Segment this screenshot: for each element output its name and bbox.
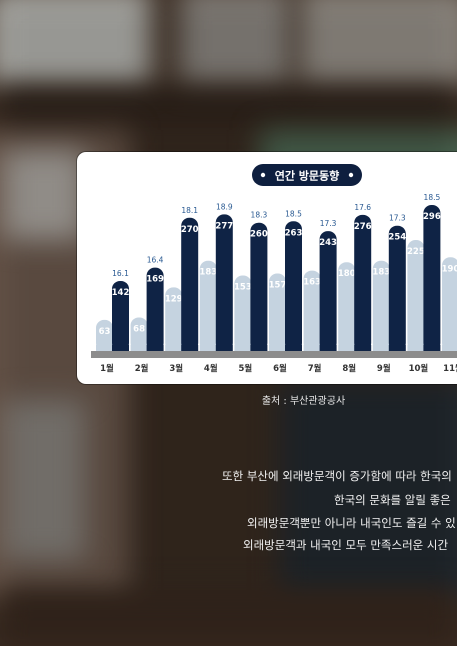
dark-bar-base: [423, 345, 441, 351]
title-bullet-icon: [348, 172, 354, 178]
top-value-label: 16.4: [147, 256, 164, 265]
x-tick-label: 3월: [169, 363, 183, 374]
x-tick-label: 2월: [135, 363, 149, 374]
x-tick-label: 11월: [443, 363, 457, 374]
x-tick-label: 9월: [377, 363, 391, 374]
light-bar-base: [442, 345, 457, 351]
light-bar-label: 68: [133, 324, 145, 334]
light-bar-base: [303, 345, 321, 351]
x-tick-label: 6월: [273, 363, 287, 374]
x-tick-label: 7월: [308, 363, 322, 374]
top-value-label: 18.1: [181, 206, 198, 215]
dark-bar-label: 296: [423, 212, 441, 222]
dark-bar: [215, 214, 233, 351]
light-bar-label: 183: [199, 268, 217, 278]
light-bar-label: 129: [165, 294, 183, 304]
dark-bar-base: [354, 345, 372, 351]
dark-bar: [388, 225, 406, 351]
dark-bar-label: 270: [181, 225, 199, 235]
x-tick-label: 5월: [239, 363, 253, 374]
dark-bar-base: [250, 345, 268, 351]
top-value-label: 17.3: [320, 219, 337, 228]
top-value-label: 17.3: [389, 214, 406, 223]
x-tick-label: 10월: [409, 363, 429, 374]
light-bar-label: 157: [269, 281, 287, 291]
paragraph-line: 외래방문객뿐만 아니라 내국인도 즐길 수 있: [247, 516, 456, 530]
chart-title: 연간 방문동향: [275, 169, 340, 183]
x-axis-bar: [91, 351, 457, 358]
light-bar-label: 183: [372, 268, 390, 278]
light-bar-label: 180: [338, 269, 356, 279]
dark-bar-label: 243: [319, 238, 337, 248]
light-bar-base: [96, 345, 113, 351]
light-bar-base: [199, 345, 217, 351]
top-value-label: 16.1: [112, 269, 129, 278]
dark-bar: [423, 204, 441, 351]
light-bar-label: 190: [442, 264, 457, 274]
dark-bar-label: 260: [250, 230, 268, 240]
dark-bar-base: [285, 345, 302, 351]
x-tick-label: 8월: [342, 363, 356, 374]
dark-bar-label: 277: [215, 221, 233, 231]
dark-bar-label: 169: [146, 275, 164, 285]
dark-bar-label: 276: [354, 222, 372, 232]
visitor-bar-chart: 연간 방문동향 63 142 16.1 1월 68 169 16.4 2월 129 270 18.1 3…: [91, 164, 457, 374]
light-bar-base: [234, 345, 252, 351]
top-value-label: 18.5: [424, 193, 441, 202]
dark-bar: [319, 231, 337, 351]
dark-bar-label: 142: [112, 288, 130, 298]
dark-bar-base: [146, 345, 164, 351]
source-caption: 출처 : 부산관광공사: [261, 396, 346, 407]
top-value-label: 18.5: [285, 209, 302, 218]
chart-card: 연간 방문동향 63 142 16.1 1월 68 169 16.4 2월 129 270 18.1 3…: [77, 152, 457, 384]
dark-bar-base: [112, 345, 129, 351]
light-bar-base: [407, 345, 425, 351]
x-tick-label: 4월: [204, 363, 218, 374]
top-value-label: 17.6: [354, 203, 371, 212]
light-bar-base: [372, 345, 390, 351]
dark-bar-base: [215, 345, 233, 351]
light-bar-base: [130, 345, 148, 351]
title-bullet-icon: [260, 172, 266, 178]
dark-bar: [285, 221, 302, 351]
dark-bar-label: 254: [388, 233, 406, 243]
light-bar-base: [338, 345, 356, 351]
paragraph-line: 외래방문객과 내국인 모두 만족스러운 시간: [243, 538, 449, 552]
top-value-label: 18.3: [251, 211, 268, 220]
dark-bar: [181, 217, 199, 351]
x-tick-label: 1월: [100, 363, 114, 374]
dark-bar-base: [388, 345, 406, 351]
dark-bar: [354, 214, 372, 351]
light-bar-label: 63: [99, 327, 111, 337]
paragraph-line: 한국의 문화를 알릴 좋은: [334, 493, 451, 507]
light-bar-label: 163: [303, 278, 321, 288]
light-bar-base: [269, 345, 286, 351]
light-bar-base: [165, 345, 183, 351]
dark-bar: [250, 222, 268, 351]
light-bar-label: 153: [234, 283, 252, 293]
dark-bar-base: [181, 345, 199, 351]
top-value-label: 18.9: [216, 202, 233, 211]
dark-bar-label: 263: [285, 228, 303, 238]
paragraph-line: 또한 부산에 외래방문객이 증가함에 따라 한국의: [222, 469, 452, 483]
light-bar-label: 225: [407, 247, 425, 257]
dark-bar-base: [319, 345, 337, 351]
